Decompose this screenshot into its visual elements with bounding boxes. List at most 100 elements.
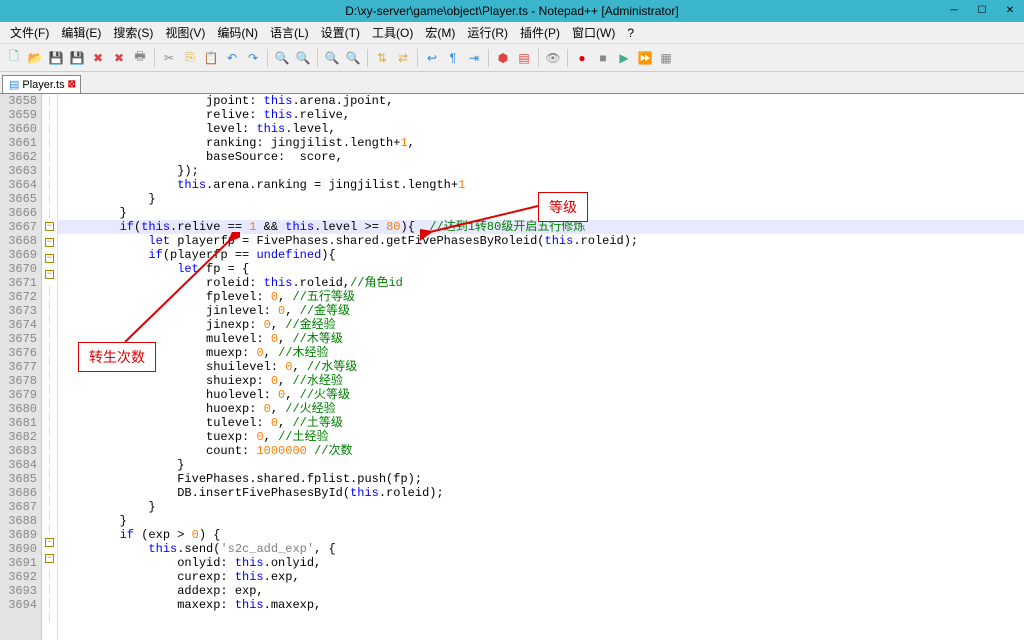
code-line[interactable]: level: this.level, — [58, 122, 1024, 136]
fold-marker[interactable]: │ — [42, 452, 57, 466]
code-line[interactable]: if (exp > 0) { — [58, 528, 1024, 542]
code-line[interactable]: let playerfp = FivePhases.shared.getFive… — [58, 234, 1024, 248]
fold-marker[interactable]: │ — [42, 424, 57, 438]
close-button[interactable]: ✖ — [88, 48, 108, 68]
fold-marker[interactable]: − — [42, 254, 57, 268]
cut-button[interactable]: ✂ — [159, 48, 179, 68]
code-line[interactable]: huolevel: 0, //火等级 — [58, 388, 1024, 402]
code-line[interactable]: relive: this.relive, — [58, 108, 1024, 122]
code-line[interactable]: FivePhases.shared.fplist.push(fp); — [58, 472, 1024, 486]
fold-marker[interactable]: − — [42, 270, 57, 284]
fold-marker[interactable]: │ — [42, 136, 57, 150]
all-chars-button[interactable]: ¶ — [443, 48, 463, 68]
menu-搜索(S)[interactable]: 搜索(S) — [107, 22, 159, 43]
play-button[interactable]: ▶ — [614, 48, 634, 68]
redo-button[interactable]: ↷ — [243, 48, 263, 68]
zoom-out-button[interactable]: 🔍 — [343, 48, 363, 68]
fold-marker[interactable]: │ — [42, 610, 57, 624]
fold-marker[interactable]: │ — [42, 108, 57, 122]
fold-marker[interactable]: − — [42, 554, 57, 568]
menu-宏(M)[interactable]: 宏(M) — [419, 22, 461, 43]
menu-插件(P)[interactable]: 插件(P) — [514, 22, 566, 43]
fold-marker[interactable]: │ — [42, 568, 57, 582]
close-window-button[interactable]: ✕ — [996, 0, 1024, 22]
fold-marker[interactable]: │ — [42, 466, 57, 480]
code-content[interactable]: jpoint: this.arena.jpoint, relive: this.… — [58, 94, 1024, 640]
doc-map-button[interactable]: ▤ — [514, 48, 534, 68]
code-line[interactable]: tulevel: 0, //土等级 — [58, 416, 1024, 430]
code-line[interactable]: count: 1000000 //次数 — [58, 444, 1024, 458]
code-line[interactable]: } — [58, 514, 1024, 528]
fold-marker[interactable]: − — [42, 238, 57, 252]
sync-v-button[interactable]: ⇅ — [372, 48, 392, 68]
print-button[interactable]: 🖶 — [130, 48, 150, 68]
code-line[interactable]: } — [58, 458, 1024, 472]
code-line[interactable]: tuexp: 0, //土经验 — [58, 430, 1024, 444]
code-line[interactable]: if(playerfp == undefined){ — [58, 248, 1024, 262]
fold-marker[interactable]: − — [42, 538, 57, 552]
indent-button[interactable]: ⇥ — [464, 48, 484, 68]
close-all-button[interactable]: ✖ — [109, 48, 129, 68]
fold-marker[interactable]: │ — [42, 178, 57, 192]
menu-编辑(E)[interactable]: 编辑(E) — [55, 22, 107, 43]
new-button[interactable]: 🗋 — [4, 48, 24, 68]
lang-button[interactable]: ⬢ — [493, 48, 513, 68]
fold-marker[interactable]: │ — [42, 396, 57, 410]
code-line[interactable]: this.arena.ranking = jingjilist.length+1 — [58, 178, 1024, 192]
fold-marker[interactable]: │ — [42, 368, 57, 382]
paste-button[interactable]: 📋 — [201, 48, 221, 68]
fold-marker[interactable]: │ — [42, 298, 57, 312]
rec-button[interactable]: ● — [572, 48, 592, 68]
code-line[interactable]: muexp: 0, //木经验 — [58, 346, 1024, 360]
menu-窗口(W)[interactable]: 窗口(W) — [566, 22, 621, 43]
monitor-button[interactable]: 👁 — [543, 48, 563, 68]
code-line[interactable]: fplevel: 0, //五行等级 — [58, 290, 1024, 304]
sync-h-button[interactable]: ⇄ — [393, 48, 413, 68]
fold-marker[interactable]: │ — [42, 480, 57, 494]
code-line[interactable]: this.send('s2c_add_exp', { — [58, 542, 1024, 556]
code-line[interactable]: shuiexp: 0, //水经验 — [58, 374, 1024, 388]
code-line[interactable]: huoexp: 0, //火经验 — [58, 402, 1024, 416]
menu-编码(N)[interactable]: 编码(N) — [211, 22, 264, 43]
fold-marker[interactable]: │ — [42, 382, 57, 396]
fold-gutter[interactable]: │││││││││−−−−││││││││││││││││││−−││││ — [42, 94, 58, 640]
code-line[interactable]: roleid: this.roleid,//角色id — [58, 276, 1024, 290]
save-button[interactable]: 💾 — [46, 48, 66, 68]
menu-语言(L)[interactable]: 语言(L) — [264, 22, 315, 43]
wrap-button[interactable]: ↩ — [422, 48, 442, 68]
fold-marker[interactable]: │ — [42, 326, 57, 340]
code-line[interactable]: baseSource: score, — [58, 150, 1024, 164]
fold-marker[interactable]: − — [42, 222, 57, 236]
code-line[interactable]: maxexp: this.maxexp, — [58, 598, 1024, 612]
menu-设置(T)[interactable]: 设置(T) — [315, 22, 366, 43]
copy-button[interactable]: ⎘ — [180, 48, 200, 68]
save-all-button[interactable]: 💾 — [67, 48, 87, 68]
fold-marker[interactable]: │ — [42, 284, 57, 298]
fold-marker[interactable]: │ — [42, 192, 57, 206]
menu-文件(F)[interactable]: 文件(F) — [4, 22, 55, 43]
code-line[interactable]: jinlevel: 0, //金等级 — [58, 304, 1024, 318]
code-line[interactable]: shuilevel: 0, //水等级 — [58, 360, 1024, 374]
fold-marker[interactable]: │ — [42, 164, 57, 178]
menu-工具(O)[interactable]: 工具(O) — [366, 22, 419, 43]
menu-运行(R)[interactable]: 运行(R) — [461, 22, 514, 43]
code-line[interactable]: addexp: exp, — [58, 584, 1024, 598]
find-button[interactable]: 🔍 — [272, 48, 292, 68]
fold-marker[interactable]: │ — [42, 508, 57, 522]
fold-marker[interactable]: │ — [42, 596, 57, 610]
tab-player-ts[interactable]: ▤ Player.ts ⊠ — [2, 75, 81, 93]
code-line[interactable]: DB.insertFivePhasesById(this.roleid); — [58, 486, 1024, 500]
minimize-button[interactable]: ─ — [940, 0, 968, 22]
code-line[interactable]: ranking: jingjilist.length+1, — [58, 136, 1024, 150]
undo-button[interactable]: ↶ — [222, 48, 242, 68]
code-line[interactable]: jpoint: this.arena.jpoint, — [58, 94, 1024, 108]
close-icon[interactable]: ⊠ — [68, 79, 76, 90]
fold-marker[interactable]: │ — [42, 522, 57, 536]
code-line[interactable]: if(this.relive == 1 && this.level >= 80)… — [58, 220, 1024, 234]
fold-marker[interactable]: │ — [42, 340, 57, 354]
replace-button[interactable]: 🔍 — [293, 48, 313, 68]
stop-button[interactable]: ■ — [593, 48, 613, 68]
save-macro-button[interactable]: ▦ — [656, 48, 676, 68]
play-mult-button[interactable]: ⏩ — [635, 48, 655, 68]
menu-?[interactable]: ? — [621, 24, 640, 42]
